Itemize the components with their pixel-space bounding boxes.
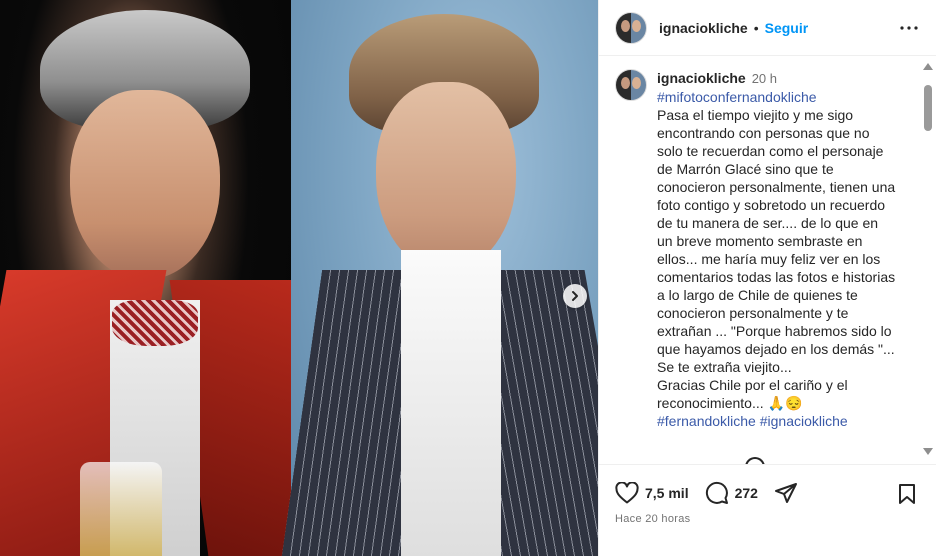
- post-side-panel: ignaciokliche • Seguir ignaciokliche 20 h…: [598, 0, 936, 556]
- more-icon: [900, 26, 918, 30]
- caption-body: ignaciokliche 20 h #mifotoconfernandoklic…: [657, 69, 897, 430]
- hashtag-link[interactable]: #ignaciokliche: [760, 413, 848, 429]
- like-button[interactable]: [615, 482, 639, 504]
- bookmark-icon: [899, 484, 915, 504]
- comments-scrollbar[interactable]: [918, 57, 936, 464]
- caption-username[interactable]: ignaciokliche: [657, 70, 746, 86]
- caption-text: Pasa el tiempo viejito y me sigo encontr…: [657, 106, 897, 412]
- more-options-button[interactable]: [899, 18, 919, 38]
- hashtag-link[interactable]: #mifotoconfernandokliche: [657, 88, 897, 106]
- scroll-down-arrow-icon[interactable]: [923, 448, 933, 455]
- share-icon: [774, 483, 797, 503]
- posted-time[interactable]: Hace 20 horas: [615, 513, 690, 525]
- caption-time[interactable]: 20 h: [752, 71, 777, 86]
- caption: ignaciokliche 20 h #mifotoconfernandoklic…: [615, 69, 915, 430]
- scrollbar-thumb[interactable]: [924, 85, 932, 131]
- chevron-right-icon: [572, 291, 578, 301]
- hashtag-link[interactable]: #fernandokliche: [657, 413, 756, 429]
- loading-spinner-icon: [745, 457, 765, 464]
- pray-emoji: 🙏: [767, 395, 785, 411]
- post-header: ignaciokliche • Seguir: [599, 0, 936, 56]
- post-media[interactable]: [0, 0, 598, 556]
- post-actions: 7,5 mil 272 Hace 20 horas: [599, 464, 936, 556]
- caption-text-body: Pasa el tiempo viejito y me sigo encontr…: [657, 107, 896, 411]
- scroll-up-arrow-icon[interactable]: [923, 63, 933, 70]
- next-image-button[interactable]: [563, 284, 587, 308]
- heart-icon: [615, 482, 639, 504]
- likes-count[interactable]: 7,5 mil: [645, 485, 689, 501]
- save-button[interactable]: [897, 483, 917, 510]
- avatar[interactable]: [615, 11, 647, 44]
- comments-count[interactable]: 272: [735, 485, 758, 501]
- share-button[interactable]: [774, 481, 798, 505]
- comment-button[interactable]: [705, 481, 729, 505]
- follow-button[interactable]: Seguir: [765, 20, 809, 36]
- pensive-emoji: 😔: [784, 395, 803, 411]
- caption-avatar[interactable]: [615, 69, 647, 101]
- photo-younger-man: [279, 0, 598, 556]
- comment-icon: [705, 481, 728, 504]
- header-username[interactable]: ignaciokliche: [659, 20, 748, 36]
- separator-dot: •: [753, 19, 759, 36]
- comments-section: ignaciokliche 20 h #mifotoconfernandoklic…: [599, 57, 936, 464]
- photo-older-man: [0, 0, 341, 556]
- action-row: 7,5 mil 272: [615, 481, 798, 505]
